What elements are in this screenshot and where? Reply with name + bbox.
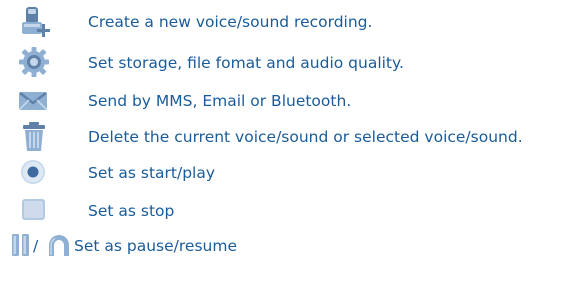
option-row-record: Create a new voice/sound recording. [0,4,580,40]
envelope-icon [18,83,58,119]
option-text: Set as pause/resume [74,237,237,255]
option-row-play: Set as start/play [0,155,580,191]
recorder-options-page: { "options": [ {"icon": "record-icon", "… [0,0,580,298]
option-text: Send by MMS, Email or Bluetooth. [88,92,352,110]
option-row-stop: Set as stop [0,193,580,229]
option-row-send: Send by MMS, Email or Bluetooth. [0,83,580,119]
option-row-settings: Set storage, file fomat and audio qualit… [0,45,580,81]
pause-resume-icon [10,228,74,264]
icon-separator: / [33,237,39,255]
stop-icon [20,193,60,229]
option-row-pause-resume: / Set as pause/resume [0,228,580,264]
option-text: Set storage, file fomat and audio qualit… [88,54,404,72]
option-text: Set as start/play [88,164,216,182]
record-icon [18,4,58,40]
option-row-delete: Delete the current voice/sound or select… [0,119,580,155]
play-icon [20,155,60,191]
trash-icon [20,119,60,155]
option-text: Set as stop [88,202,175,220]
option-text: Delete the current voice/sound or select… [88,128,523,146]
gear-icon [18,45,58,81]
option-text: Create a new voice/sound recording. [88,13,373,31]
